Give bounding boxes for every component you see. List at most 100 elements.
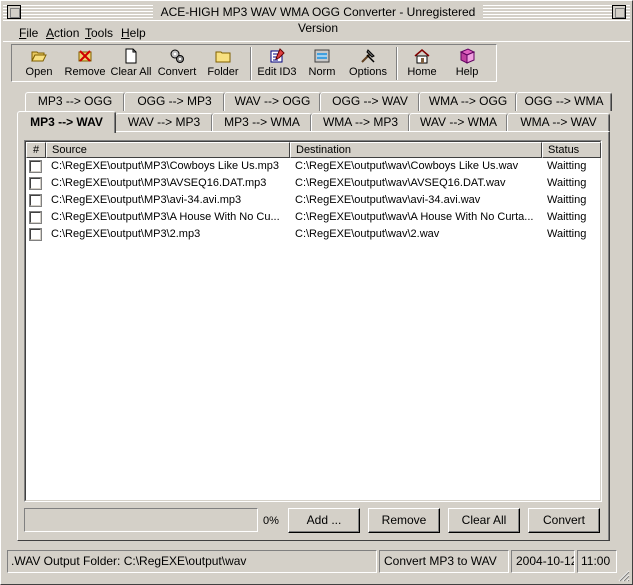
menu-action[interactable]: Action <box>46 26 79 40</box>
row-source: C:\RegEXE\output\MP3\avi-34.avi.mp3 <box>51 194 242 206</box>
toolbar-folder-button[interactable]: Folder <box>200 45 246 82</box>
menu-tools[interactable]: Tools <box>85 26 113 40</box>
toolbar-convert-button[interactable]: Convert <box>154 45 200 82</box>
edit-id3-icon <box>270 48 285 63</box>
convert-icon <box>170 49 184 63</box>
clear-all-button[interactable]: Clear All <box>448 508 520 533</box>
row-destination: C:\RegEXE\output\wav\A House With No Cur… <box>295 211 534 223</box>
window-title: ACE-HIGH MP3 WAV WMA OGG Converter - Unr… <box>153 4 483 35</box>
row-source: C:\RegEXE\output\MP3\A House With No Cu.… <box>51 211 280 223</box>
column-header-source[interactable]: Source <box>46 142 290 158</box>
resize-grip-icon[interactable] <box>618 570 630 582</box>
clear-all-icon <box>125 48 137 64</box>
table-row[interactable]: C:\RegEXE\output\MP3\A House With No Cu.… <box>25 209 599 226</box>
row-destination: C:\RegEXE\output\wav\2.wav <box>295 228 440 240</box>
table-row[interactable]: C:\RegEXE\output\MP3\avi-34.avi.mp3 C:\R… <box>25 192 599 209</box>
row-checkbox[interactable] <box>29 160 42 173</box>
system-menu-icon[interactable] <box>7 5 21 19</box>
help-book-icon <box>459 48 475 64</box>
row-source: C:\RegEXE\output\MP3\AVSEQ16.DAT.mp3 <box>51 177 267 189</box>
tab-wav-to-mp3[interactable]: WAV --> MP3 <box>115 113 213 132</box>
progress-percent: 0% <box>263 515 279 527</box>
menu-file-rest: ile <box>26 26 39 40</box>
table-row[interactable]: C:\RegEXE\output\MP3\Cowboys Like Us.mp3… <box>25 158 599 175</box>
row-checkbox[interactable] <box>29 177 42 190</box>
menu-tools-rest: ools <box>91 26 114 40</box>
file-list[interactable]: # Source Destination Status C:\RegEXE\ou… <box>24 140 602 502</box>
add-button[interactable]: Add ... <box>288 508 360 533</box>
menu-help[interactable]: Help <box>121 26 146 40</box>
column-header-status[interactable]: Status <box>542 142 601 158</box>
menu-action-key: A <box>46 26 55 40</box>
status-mode: Convert MP3 to WAV <box>379 550 509 573</box>
toolbar-options-button[interactable]: Options <box>344 45 392 82</box>
remove-button[interactable]: Remove <box>368 508 440 533</box>
menu-file[interactable]: File <box>19 26 38 40</box>
toolbar-separator <box>250 47 252 80</box>
row-checkbox[interactable] <box>29 228 42 241</box>
toolbar-edit-id3-label: Edit ID3 <box>257 66 297 78</box>
close-icon[interactable] <box>612 5 626 19</box>
row-checkbox[interactable] <box>29 194 42 207</box>
toolbar-remove-label: Remove <box>64 66 106 78</box>
column-header-destination[interactable]: Destination <box>290 142 542 158</box>
toolbar-folder-label: Folder <box>207 66 239 78</box>
folder-icon <box>215 51 231 63</box>
row-status: Waitting <box>547 211 587 223</box>
row-destination: C:\RegEXE\output\wav\Cowboys Like Us.wav <box>295 160 519 172</box>
row-status: Waitting <box>547 228 587 240</box>
menu-bar: File Action Tools Help <box>3 24 630 42</box>
status-time: 11:00 <box>577 550 617 573</box>
row-source: C:\RegEXE\output\MP3\2.mp3 <box>51 228 201 240</box>
status-output-folder: .WAV Output Folder: C:\RegEXE\output\wav <box>7 550 377 573</box>
row-status: Waitting <box>547 177 587 189</box>
row-status: Waitting <box>547 160 587 172</box>
row-status: Waitting <box>547 194 587 206</box>
tab-mp3-to-wav[interactable]: MP3 --> WAV <box>17 111 116 133</box>
toolbar-open-button[interactable]: Open <box>16 45 62 82</box>
table-row[interactable]: C:\RegEXE\output\MP3\2.mp3 C:\RegEXE\out… <box>25 226 599 243</box>
table-row[interactable]: C:\RegEXE\output\MP3\AVSEQ16.DAT.mp3 C:\… <box>25 175 599 192</box>
tab-wma-to-wav[interactable]: WMA --> WAV <box>507 113 610 132</box>
toolbar-remove-button[interactable]: Remove <box>62 45 108 82</box>
tab-ogg-to-wma[interactable]: OGG --> WMA <box>516 92 612 111</box>
toolbar-home-label: Home <box>407 66 437 78</box>
tab-wma-to-mp3[interactable]: WMA --> MP3 <box>311 113 410 132</box>
options-icon <box>361 49 375 63</box>
tab-ogg-to-mp3[interactable]: OGG --> MP3 <box>124 92 225 111</box>
tab-wav-to-ogg[interactable]: WAV --> OGG <box>224 92 321 111</box>
toolbar-norm-label: Norm <box>308 66 336 78</box>
main-window: ACE-HIGH MP3 WAV WMA OGG Converter - Unr… <box>0 0 633 585</box>
status-date: 2004-10-12 <box>511 550 575 573</box>
tab-ogg-to-wav[interactable]: OGG --> WAV <box>320 92 420 111</box>
tab-wma-to-ogg[interactable]: WMA --> OGG <box>419 92 517 111</box>
toolbar-norm-button[interactable]: Norm <box>300 45 344 82</box>
toolbar-separator <box>396 47 398 80</box>
menu-help-key: H <box>121 26 130 40</box>
row-destination: C:\RegEXE\output\wav\AVSEQ16.DAT.wav <box>295 177 506 189</box>
convert-button[interactable]: Convert <box>528 508 600 533</box>
title-bar[interactable]: ACE-HIGH MP3 WAV WMA OGG Converter - Unr… <box>3 3 630 35</box>
menu-help-rest: elp <box>129 26 146 40</box>
tab-wav-to-wma[interactable]: WAV --> WMA <box>409 113 508 132</box>
column-header-number[interactable]: # <box>26 142 46 158</box>
row-destination: C:\RegEXE\output\wav\avi-34.avi.wav <box>295 194 481 206</box>
progress-bar <box>24 508 258 532</box>
toolbar-help-button[interactable]: Help <box>444 45 490 82</box>
menu-action-rest: ction <box>54 26 80 40</box>
norm-icon <box>314 49 330 63</box>
toolbar: Open Remove Clear All Convert Folder Edi… <box>11 44 497 82</box>
row-source: C:\RegEXE\output\MP3\Cowboys Like Us.mp3 <box>51 160 280 172</box>
toolbar-clear-all-button[interactable]: Clear All <box>108 45 154 82</box>
toolbar-edit-id3-button[interactable]: Edit ID3 <box>254 45 300 82</box>
row-checkbox[interactable] <box>29 211 42 224</box>
open-folder-icon <box>31 51 47 62</box>
toolbar-help-label: Help <box>455 66 479 78</box>
tab-mp3-to-ogg[interactable]: MP3 --> OGG <box>25 92 125 111</box>
toolbar-clear-all-label: Clear All <box>110 66 152 78</box>
remove-icon <box>78 50 92 62</box>
toolbar-options-label: Options <box>349 66 387 78</box>
tab-mp3-to-wma[interactable]: MP3 --> WMA <box>212 113 312 132</box>
toolbar-open-label: Open <box>25 66 53 78</box>
toolbar-home-button[interactable]: Home <box>400 45 444 82</box>
